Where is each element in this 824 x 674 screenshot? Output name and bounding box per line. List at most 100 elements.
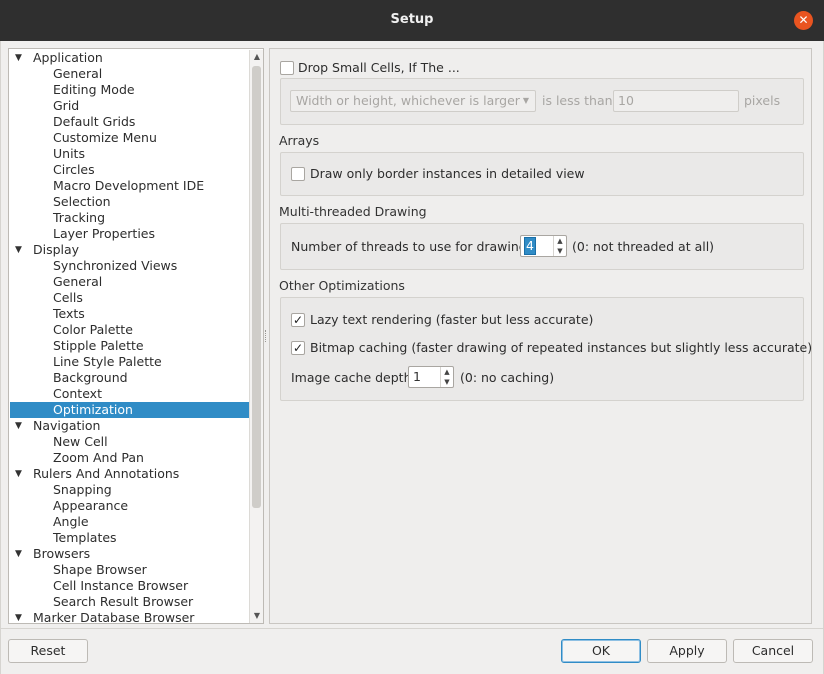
tree-item[interactable]: Search Result Browser: [10, 594, 249, 610]
tree-item-label: General: [53, 274, 103, 289]
tree-item[interactable]: New Cell: [10, 434, 249, 450]
tree-item-label: Texts: [53, 306, 85, 321]
tree-item[interactable]: Snapping: [10, 482, 249, 498]
tree-item[interactable]: Synchronized Views: [10, 258, 249, 274]
tree-item[interactable]: Line Style Palette: [10, 354, 249, 370]
tree-item-label: Layer Properties: [53, 226, 155, 241]
drop-small-cells-checkbox[interactable]: [280, 61, 294, 75]
tree-item-label: Tracking: [53, 210, 106, 225]
tree-list: ▼ Application General Editing Mode Grid Defau…: [10, 50, 249, 623]
cache-depth-label: Image cache depth: [291, 370, 412, 385]
expand-arrow-icon[interactable]: ▼: [15, 466, 22, 482]
expand-arrow-icon[interactable]: ▼: [15, 418, 22, 434]
tree-item[interactable]: Macro Development IDE: [10, 178, 249, 194]
cache-depth-stepper[interactable]: 1 ▲ ▼: [408, 366, 454, 388]
tree-category[interactable]: ▼ Rulers And Annotations: [10, 466, 249, 482]
tree-category[interactable]: ▼ Marker Database Browser: [10, 610, 249, 623]
tree-item-label: Display: [33, 242, 80, 257]
scroll-thumb[interactable]: [252, 66, 261, 508]
tree-item-label: Application: [33, 50, 103, 65]
tree-item[interactable]: Editing Mode: [10, 82, 249, 98]
tree-item[interactable]: Layer Properties: [10, 226, 249, 242]
expand-arrow-icon[interactable]: ▼: [15, 50, 22, 66]
tree-scrollbar[interactable]: ▲ ▼: [249, 50, 263, 623]
splitter-handle[interactable]: [265, 330, 268, 342]
tree-item-label: Macro Development IDE: [53, 178, 205, 193]
tree-category[interactable]: ▼ Application: [10, 50, 249, 66]
border-instances-checkbox[interactable]: [291, 167, 305, 181]
lazy-text-label: Lazy text rendering (faster but less acc…: [310, 312, 594, 327]
drop-small-cells-group: Width or height, whichever is larger ▼ i…: [280, 78, 804, 125]
tree-item[interactable]: Color Palette: [10, 322, 249, 338]
tree-item-label: Cell Instance Browser: [53, 578, 189, 593]
tree-item[interactable]: Shape Browser: [10, 562, 249, 578]
unit-label: pixels: [744, 93, 781, 108]
expand-arrow-icon[interactable]: ▼: [15, 546, 22, 562]
tree-category[interactable]: ▼ Display: [10, 242, 249, 258]
threshold-input[interactable]: 10: [613, 90, 739, 112]
tree-item[interactable]: Angle: [10, 514, 249, 530]
tree-item[interactable]: Grid: [10, 98, 249, 114]
scroll-down-icon[interactable]: ▼: [250, 609, 263, 623]
tree-item-label: Rulers And Annotations: [33, 466, 180, 481]
ok-button[interactable]: OK: [561, 639, 641, 663]
threads-value: 4: [524, 237, 536, 255]
tree-item-label: Search Result Browser: [53, 594, 194, 609]
tree-item-label: Snapping: [53, 482, 112, 497]
tree-item-label: Optimization: [53, 402, 133, 417]
tree-item-label: Shape Browser: [53, 562, 147, 577]
tree-item[interactable]: Cell Instance Browser: [10, 578, 249, 594]
tree-item[interactable]: Background: [10, 370, 249, 386]
tree-item[interactable]: Tracking: [10, 210, 249, 226]
tree-item-label: Browsers: [33, 546, 91, 561]
drop-small-cells-label: Drop Small Cells, If The ...: [298, 60, 460, 75]
tree-item-label: Color Palette: [53, 322, 133, 337]
tree-item[interactable]: General: [10, 66, 249, 82]
tree-item[interactable]: Texts: [10, 306, 249, 322]
tree-item[interactable]: Stipple Palette: [10, 338, 249, 354]
reset-button[interactable]: Reset: [8, 639, 88, 663]
tree-item[interactable]: Customize Menu: [10, 130, 249, 146]
tree-item-label: Appearance: [53, 498, 129, 513]
apply-button[interactable]: Apply: [647, 639, 727, 663]
tree-item[interactable]: Cells: [10, 290, 249, 306]
expand-arrow-icon[interactable]: ▼: [15, 610, 22, 623]
tree-item[interactable]: General: [10, 274, 249, 290]
scroll-up-icon[interactable]: ▲: [250, 50, 263, 64]
arrays-heading: Arrays: [279, 133, 320, 148]
stepper-down-icon[interactable]: ▼: [441, 377, 453, 387]
tree-item[interactable]: Optimization: [10, 402, 249, 418]
tree-item-label: Selection: [53, 194, 111, 209]
tree-item[interactable]: Default Grids: [10, 114, 249, 130]
tree-item[interactable]: Zoom And Pan: [10, 450, 249, 466]
lazy-text-checkbox[interactable]: ✓: [291, 313, 305, 327]
dimension-select[interactable]: Width or height, whichever is larger ▼: [290, 90, 536, 112]
stepper-up-icon[interactable]: ▲: [554, 236, 566, 246]
tree-item[interactable]: Context: [10, 386, 249, 402]
tree-item-label: Background: [53, 370, 128, 385]
tree-item[interactable]: Units: [10, 146, 249, 162]
stepper-up-icon[interactable]: ▲: [441, 367, 453, 377]
threads-stepper[interactable]: 4 ▲ ▼: [520, 235, 567, 257]
tree-item[interactable]: Circles: [10, 162, 249, 178]
cancel-button[interactable]: Cancel: [733, 639, 813, 663]
chevron-down-icon: ▼: [522, 96, 529, 105]
tree-item[interactable]: Templates: [10, 530, 249, 546]
optimization-panel: Drop Small Cells, If The ... Width or he…: [269, 48, 812, 624]
tree-category[interactable]: ▼ Browsers: [10, 546, 249, 562]
tree-item[interactable]: Selection: [10, 194, 249, 210]
close-icon[interactable]: ✕: [794, 11, 813, 30]
expand-arrow-icon[interactable]: ▼: [15, 242, 22, 258]
tree-category[interactable]: ▼ Navigation: [10, 418, 249, 434]
compare-label: is less than: [542, 93, 613, 108]
tree-item-label: General: [53, 66, 103, 81]
tree-item-label: Navigation: [33, 418, 101, 433]
title-bar: Setup ✕: [0, 0, 824, 41]
stepper-down-icon[interactable]: ▼: [554, 246, 566, 256]
tree-item[interactable]: Appearance: [10, 498, 249, 514]
tree-item-label: Zoom And Pan: [53, 450, 144, 465]
settings-tree[interactable]: ▼ Application General Editing Mode Grid Defau…: [8, 48, 264, 624]
multithreaded-heading: Multi-threaded Drawing: [279, 204, 427, 219]
bitmap-caching-checkbox[interactable]: ✓: [291, 341, 305, 355]
arrays-group: Draw only border instances in detailed v…: [280, 152, 804, 196]
